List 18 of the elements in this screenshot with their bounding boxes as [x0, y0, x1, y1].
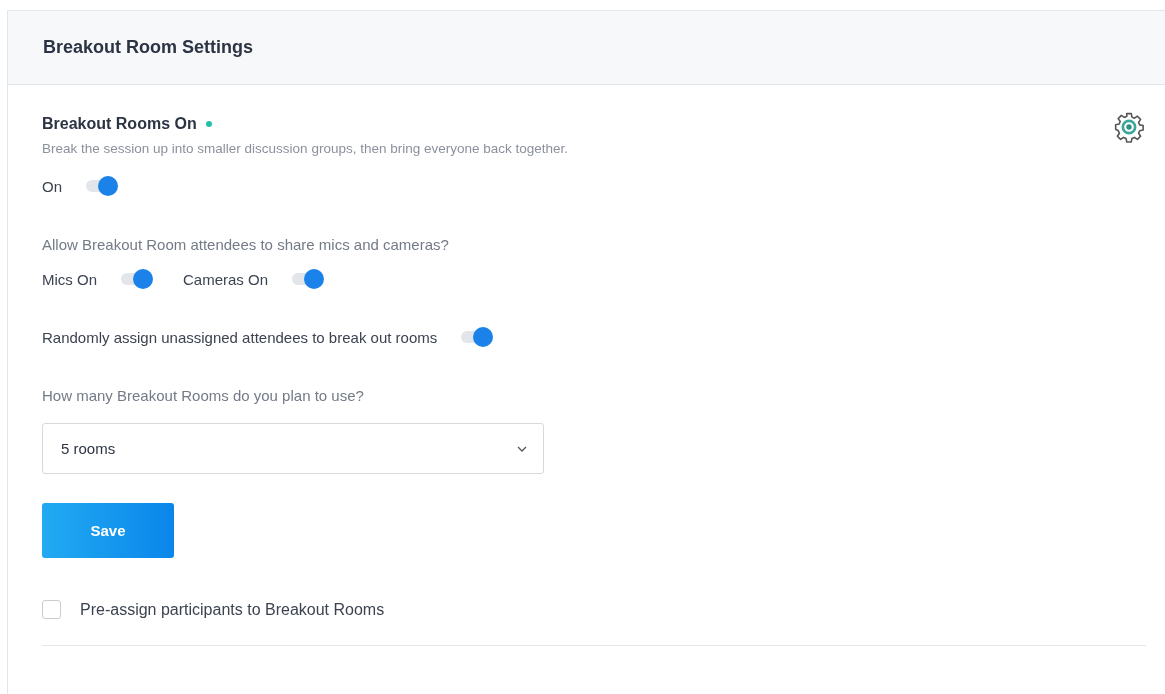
- chevron-down-icon: [517, 445, 527, 452]
- settings-icon[interactable]: [1113, 111, 1145, 143]
- question-text: Allow Breakout Room attendees to share mics and cameras?: [42, 236, 450, 253]
- toggle-label: Cameras On: [183, 270, 269, 288]
- panel-title: Breakout Room Settings: [43, 37, 254, 58]
- toggle-label: Mics On: [42, 270, 97, 288]
- checkbox-label: Pre-assign participants to Breakout Rooms: [80, 600, 385, 619]
- toggle-switch[interactable]: [459, 327, 494, 347]
- toggle-switch[interactable]: [290, 269, 325, 289]
- section-description: Break the session up into smaller discussion groups, then bring everyone back together.: [42, 141, 570, 156]
- rooms-dropdown[interactable]: 5 rooms: [42, 423, 544, 474]
- checkbox[interactable]: [42, 600, 61, 619]
- question-text: How many Breakout Rooms do you plan to use?: [42, 387, 365, 404]
- toggle-switch[interactable]: [84, 176, 118, 196]
- toggle-label: Randomly assign unassigned attendees to break out rooms: [42, 328, 438, 346]
- toggle-label: On: [42, 177, 62, 195]
- section-title: Breakout Rooms On: [42, 115, 197, 133]
- toggle-switch[interactable]: [119, 269, 153, 289]
